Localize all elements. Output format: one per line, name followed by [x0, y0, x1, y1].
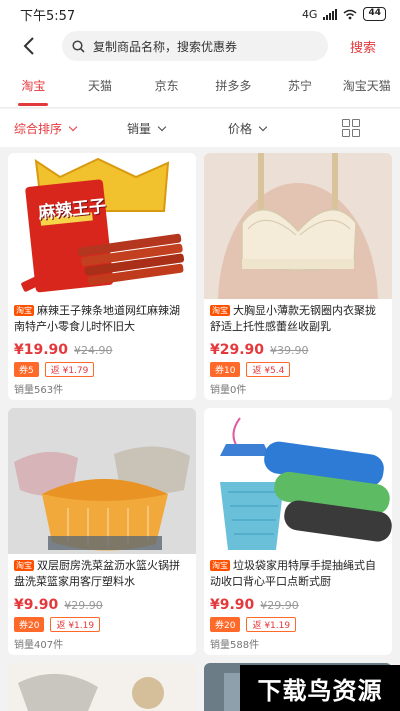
product-card-partial[interactable]: [8, 663, 196, 711]
sort-bar: 综合排序 销量 价格: [0, 109, 400, 147]
sort-price-label: 价格: [228, 122, 253, 136]
rebate-badge: 返 ¥1.19: [50, 617, 101, 632]
sort-default-label: 综合排序: [14, 122, 63, 136]
platform-tag: 淘宝: [210, 305, 230, 316]
product-title-text: 双层厨房洗菜盆沥水篮火锅拼盘洗菜篮家用客厅塑料水: [14, 559, 180, 588]
product-title-text: 麻辣王子辣条地道网红麻辣湖南特产小零食儿时怀旧大: [14, 304, 180, 333]
product-title: 淘宝 大胸显小薄款无钢圈内衣聚拢舒适上托性感蕾丝收副乳: [204, 299, 392, 339]
product-card[interactable]: 淘宝 垃圾袋家用特厚手提抽绳式自动收口背心平口点断式厨 ¥9.90 ¥29.90 券…: [204, 408, 392, 655]
product-price: ¥9.90: [210, 597, 255, 613]
sort-price[interactable]: 价格: [228, 120, 268, 137]
search-input[interactable]: [93, 39, 313, 53]
original-price: ¥29.90: [260, 599, 299, 612]
signal-icon: [323, 8, 338, 20]
status-bar: 下午5:57 4G 44: [0, 0, 400, 28]
search-header: 搜索: [0, 28, 400, 64]
platform-tag: 淘宝: [14, 305, 34, 316]
battery-icon: 44: [363, 7, 386, 21]
tab-jd[interactable]: 京东: [133, 64, 200, 108]
tab-pinduoduo[interactable]: 拼多多: [200, 64, 267, 108]
chevron-down-icon: [68, 122, 78, 131]
original-price: ¥29.90: [64, 599, 103, 612]
product-image: [8, 408, 196, 554]
chevron-down-icon: [258, 122, 268, 131]
product-title: 淘宝 垃圾袋家用特厚手提抽绳式自动收口背心平口点断式厨: [204, 554, 392, 594]
search-button[interactable]: 搜索: [350, 37, 376, 56]
product-image: [204, 408, 392, 554]
sort-default[interactable]: 综合排序: [14, 120, 78, 137]
back-button[interactable]: [14, 31, 44, 61]
product-price: ¥19.90: [14, 342, 69, 358]
tab-taobao-tmall[interactable]: 淘宝天猫: [333, 64, 400, 108]
grid-view-icon[interactable]: [342, 119, 360, 137]
product-card[interactable]: 麻辣王子 淘宝 麻辣王子辣条地道网红麻辣湖南特产小零食儿时怀旧大 ¥19.90 ¥2…: [8, 153, 196, 400]
rebate-badge: 返 ¥1.19: [246, 617, 297, 632]
tab-taobao[interactable]: 淘宝: [0, 64, 67, 108]
chevron-down-icon: [157, 122, 167, 131]
coupon-badge: 券20: [210, 617, 241, 632]
original-price: ¥39.90: [270, 344, 309, 357]
tab-suning[interactable]: 苏宁: [267, 64, 334, 108]
sales-count: 销量0件: [210, 385, 247, 396]
rebate-badge: 返 ¥5.4: [246, 362, 291, 377]
coupon-badge: 券5: [14, 362, 39, 377]
sales-count: 销量563件: [14, 385, 64, 396]
platform-tabs: 淘宝 天猫 京东 拼多多 苏宁 淘宝天猫: [0, 64, 400, 108]
product-title: 淘宝 双层厨房洗菜盆沥水篮火锅拼盘洗菜篮家用客厅塑料水: [8, 554, 196, 594]
sales-count: 销量407件: [14, 640, 64, 651]
chevron-left-icon: [23, 37, 34, 55]
product-image: 麻辣王子: [8, 153, 196, 299]
status-time: 下午5:57: [20, 8, 76, 24]
product-title-text: 大胸显小薄款无钢圈内衣聚拢舒适上托性感蕾丝收副乳: [210, 304, 376, 333]
search-box[interactable]: [62, 31, 328, 61]
product-card[interactable]: 淘宝 双层厨房洗菜盆沥水篮火锅拼盘洗菜篮家用客厅塑料水 ¥9.90 ¥29.90 券…: [8, 408, 196, 655]
product-image: [204, 153, 392, 299]
coupon-badge: 券20: [14, 617, 45, 632]
sort-sales-label: 销量: [127, 122, 152, 136]
search-icon: [72, 39, 85, 53]
coupon-badge: 券10: [210, 362, 241, 377]
product-price: ¥9.90: [14, 597, 59, 613]
product-title: 淘宝 麻辣王子辣条地道网红麻辣湖南特产小零食儿时怀旧大: [8, 299, 196, 339]
original-price: ¥24.90: [74, 344, 113, 357]
tab-tmall[interactable]: 天猫: [67, 64, 134, 108]
status-icons: 4G 44: [302, 7, 386, 21]
product-card[interactable]: 淘宝 大胸显小薄款无钢圈内衣聚拢舒适上托性感蕾丝收副乳 ¥29.90 ¥39.90 …: [204, 153, 392, 400]
sort-sales[interactable]: 销量: [127, 120, 167, 137]
rebate-badge: 返 ¥1.79: [44, 362, 95, 377]
product-title-text: 垃圾袋家用特厚手提抽绳式自动收口背心平口点断式厨: [210, 559, 376, 588]
network-label: 4G: [301, 7, 318, 21]
sales-count: 销量588件: [210, 640, 260, 651]
wifi-icon: [343, 9, 357, 19]
watermark: 下载鸟资源: [240, 665, 400, 711]
product-price: ¥29.90: [210, 342, 265, 358]
product-grid: 麻辣王子 淘宝 麻辣王子辣条地道网红麻辣湖南特产小零食儿时怀旧大 ¥19.90 ¥2…: [8, 153, 392, 655]
platform-tag: 淘宝: [210, 560, 230, 571]
platform-tag: 淘宝: [14, 560, 34, 571]
